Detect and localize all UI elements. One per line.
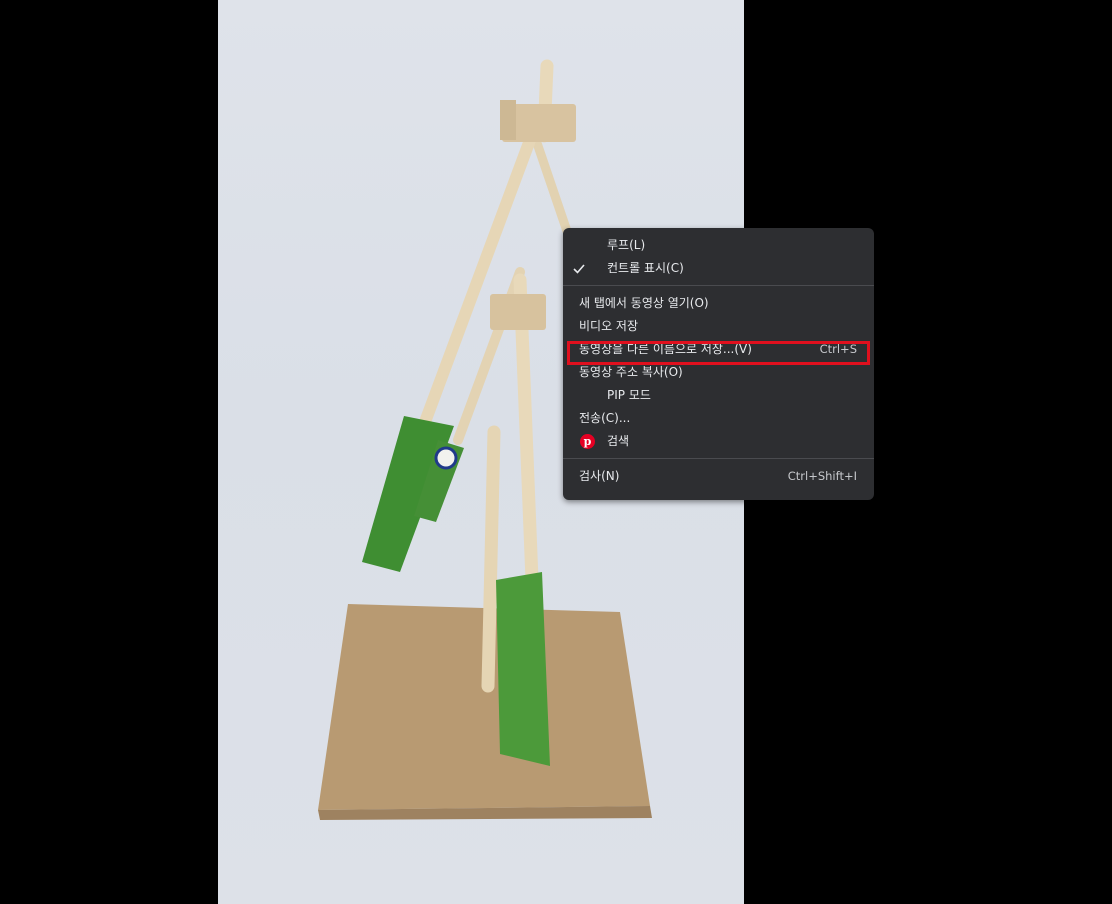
menu-item-label: 전송(C)... xyxy=(579,411,631,425)
menu-item-loop[interactable]: 루프(L) xyxy=(563,234,874,257)
menu-item-inspect[interactable]: 검사(N) Ctrl+Shift+I xyxy=(563,465,874,488)
menu-item-save-video-as[interactable]: 동영상을 다른 이름으로 저장...(V) Ctrl+S xyxy=(563,338,874,361)
menu-item-copy-video-address[interactable]: 동영상 주소 복사(O) xyxy=(563,361,874,384)
menu-item-label: 동영상 주소 복사(O) xyxy=(579,365,683,379)
menu-separator xyxy=(563,285,874,286)
green-tube xyxy=(496,572,550,766)
menu-item-label: 검사(N) xyxy=(579,469,620,483)
menu-item-shortcut: Ctrl+S xyxy=(819,342,857,356)
menu-item-cast[interactable]: 전송(C)... xyxy=(563,407,874,430)
menu-item-open-video-new-tab[interactable]: 새 탭에서 동영상 열기(O) xyxy=(563,292,874,315)
menu-item-label: PIP 모드 xyxy=(607,388,651,402)
menu-item-label: 검색 xyxy=(607,434,630,448)
menu-item-pinterest-search[interactable]: p 검색 xyxy=(563,430,874,453)
checkmark-icon xyxy=(572,257,586,280)
menu-item-save-video[interactable]: 비디오 저장 xyxy=(563,315,874,338)
menu-item-picture-in-picture[interactable]: PIP 모드 xyxy=(563,384,874,407)
pinterest-icon: p xyxy=(580,434,595,449)
menu-item-label: 비디오 저장 xyxy=(579,319,639,333)
menu-item-label: 동영상을 다른 이름으로 저장...(V) xyxy=(579,342,752,356)
menu-item-label: 루프(L) xyxy=(607,238,646,252)
menu-separator xyxy=(563,458,874,459)
context-menu: 루프(L) 컨트롤 표시(C) 새 탭에서 동영상 열기(O) 비디오 저장 동… xyxy=(563,228,874,500)
menu-item-label: 컨트롤 표시(C) xyxy=(607,261,684,275)
menu-item-show-controls[interactable]: 컨트롤 표시(C) xyxy=(563,257,874,280)
menu-item-label: 새 탭에서 동영상 열기(O) xyxy=(579,296,709,310)
menu-item-shortcut: Ctrl+Shift+I xyxy=(787,469,857,483)
